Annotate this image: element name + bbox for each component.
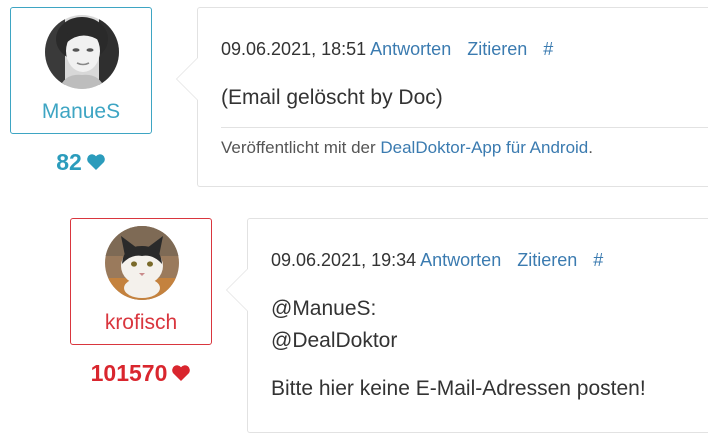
post-text-line: Bitte hier keine E-Mail-Adressen posten! — [271, 377, 646, 400]
cat-avatar-icon — [105, 226, 179, 300]
score-value: 82 — [56, 149, 82, 175]
permalink-link[interactable]: # — [543, 39, 553, 59]
divider — [221, 127, 708, 128]
score-value: 101570 — [90, 360, 168, 386]
app-link[interactable]: DealDoktor-App für Android — [380, 138, 588, 157]
post-meta: 09.06.2021, 19:34 Antworten Zitieren # — [271, 249, 603, 271]
quote-link[interactable]: Zitieren — [517, 250, 577, 270]
post-text-line: @DealDoktor — [271, 329, 398, 352]
username[interactable]: ManueS — [11, 100, 151, 124]
avatar[interactable] — [105, 226, 179, 300]
post-card: 09.06.2021, 18:51 Antworten Zitieren # (Em… — [176, 7, 708, 187]
permalink-link[interactable]: # — [593, 250, 603, 270]
post-text-line: @ManueS: — [271, 297, 377, 320]
post-timestamp: 09.06.2021, 19:34 — [271, 250, 417, 270]
user-box-manues: ManueS — [10, 7, 152, 134]
heart-icon — [86, 150, 106, 176]
heart-icon — [171, 361, 191, 387]
reply-link[interactable]: Antworten — [370, 39, 451, 59]
user-score: 101570 — [70, 360, 212, 387]
reply-link[interactable]: Antworten — [420, 250, 501, 270]
quote-link[interactable]: Zitieren — [467, 39, 527, 59]
woman-portrait-avatar-icon — [45, 15, 119, 89]
footer-prefix: Veröffentlicht mit der — [221, 138, 381, 157]
post-text: (Email gelöscht by Doc) — [221, 86, 443, 109]
post-meta: 09.06.2021, 18:51 Antworten Zitieren # — [221, 38, 553, 60]
user-score: 82 — [10, 149, 152, 176]
avatar[interactable] — [45, 15, 119, 89]
username[interactable]: krofisch — [71, 311, 211, 335]
post-timestamp: 09.06.2021, 18:51 — [221, 39, 367, 59]
footer-suffix: . — [588, 138, 593, 157]
post-card: 09.06.2021, 19:34 Antworten Zitieren # @Ma… — [226, 218, 708, 433]
post-footer-note: Veröffentlicht mit der DealDoktor-App fü… — [221, 137, 593, 158]
user-box-krofisch: krofisch — [70, 218, 212, 345]
